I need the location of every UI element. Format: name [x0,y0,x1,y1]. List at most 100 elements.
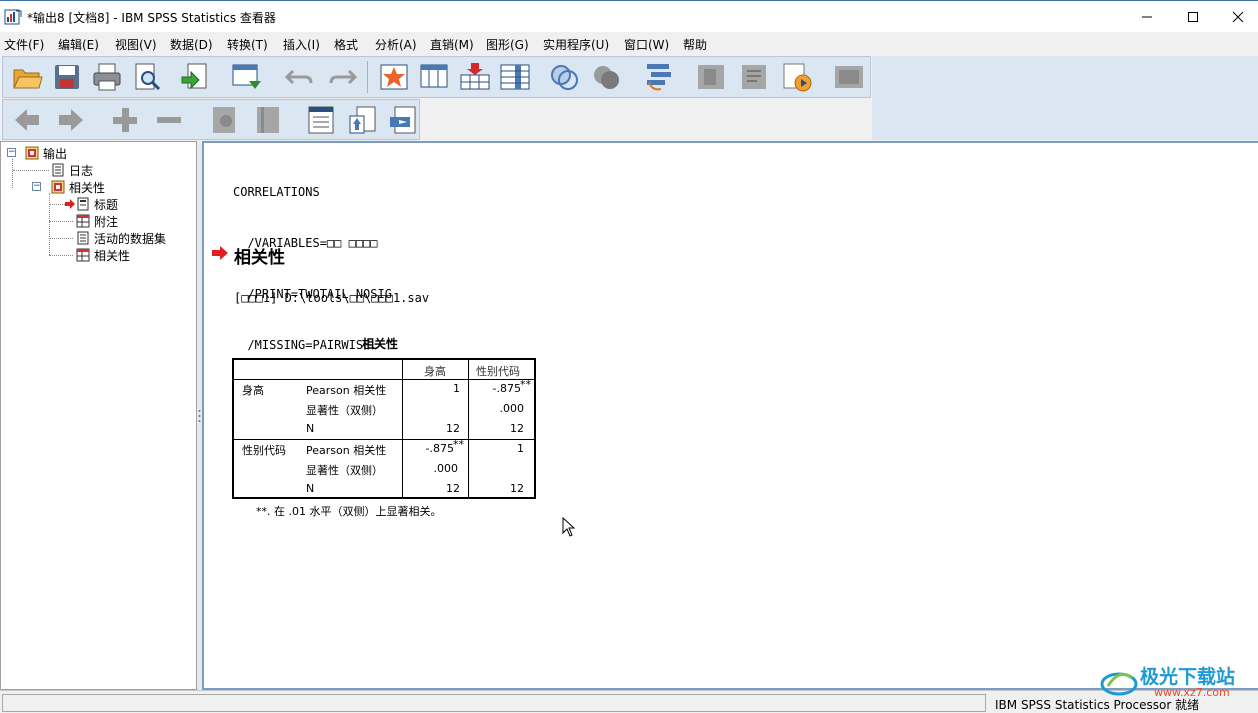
row-stat-label: N [306,482,315,495]
active-dataset-path: [□□□1] D:\tools\□□\□□□1.sav [234,291,430,305]
cell-value: .000 [499,402,525,415]
collapse-minus-icon[interactable] [153,104,185,136]
cell-value: 12 [446,422,460,435]
footnote-text: . 在 .01 水平（双侧）上显著相关。 [267,505,442,518]
promote-arrow-left-icon[interactable] [11,104,43,136]
menu-insert[interactable]: 插入(I) [283,36,320,53]
value-labels-icon[interactable] [643,61,675,93]
mouse-pointer-icon [562,517,576,537]
designate-window-icon[interactable] [695,61,727,93]
tree-node-correlations[interactable]: 相关性 [51,179,105,195]
menu-bar: 文件(F) 编辑(E) 视图(V) 数据(D) 转换(T) 插入(I) 格式 分… [0,33,1258,55]
undo-icon[interactable] [283,61,315,93]
tree-node-title[interactable]: 标题 [76,196,118,212]
variables-icon[interactable] [419,61,451,93]
row-stat-label: 显著性（双侧） [306,464,383,477]
hide-icon[interactable] [253,104,285,136]
close-button[interactable] [1215,1,1258,33]
spss-viewer-window: *输出8 [文档8] - IBM SPSS Statistics 查看器 文件(… [0,0,1258,713]
significance-mark: ** [453,438,464,451]
show-icon[interactable] [209,104,241,136]
tree-label-log: 日志 [69,163,94,178]
minimize-icon [1142,16,1152,18]
col-header-gender-code: 性别代码 [476,365,520,378]
goto-case-icon[interactable] [378,61,410,93]
outline-pane: − 输出 日志 − 相关性 标题 附注 活动的数据集 相关性 [0,141,197,690]
status-message-box [2,694,986,712]
maximize-icon [1188,12,1198,22]
print-icon[interactable] [91,61,123,93]
demote-arrow-right-icon[interactable] [55,104,87,136]
insert-title-icon[interactable] [347,104,379,136]
correlations-pivot-table[interactable]: 身高 性别代码 身高 Pearson 相关性 1 -.875 ** 显著性（双侧… [232,358,536,499]
notes-icon[interactable] [739,61,771,93]
tree-expander-output[interactable]: − [7,148,16,157]
menu-analyze[interactable]: 分析(A) [375,36,417,53]
outline-toolbar [2,99,420,140]
print-preview-icon[interactable] [131,61,163,93]
main-toolbar [2,56,871,98]
significance-mark: ** [520,378,531,391]
show-all-icon[interactable] [833,61,865,93]
row-stat-label: N [306,422,315,435]
site-watermark: 极光下载站 www.xz7.com [1100,662,1250,702]
watermark-title: 极光下载站 [1140,666,1236,688]
tree-node-correlations-table[interactable]: 相关性 [76,247,130,263]
toolbar-background [872,56,1258,140]
table-caption: 相关性 [362,337,399,351]
tree-node-active-dataset[interactable]: 活动的数据集 [76,230,166,246]
menu-help[interactable]: 帮助 [683,36,707,53]
tree-node-log[interactable]: 日志 [51,162,93,178]
splitter-grip-icon [198,410,201,422]
title-bar: *输出8 [文档8] - IBM SPSS Statistics 查看器 [0,0,1258,32]
cell-value: 12 [510,482,524,495]
select-cases-icon[interactable] [591,61,623,93]
spss-app-icon [4,9,22,25]
output-content-pane: CORRELATIONS /VARIABLES=□□ □□□□ /PRINT=T… [202,141,1258,690]
current-item-arrow-icon [65,199,75,209]
log-icon [52,163,64,177]
status-bar: IBM SPSS Statistics Processor 就绪 [0,690,1258,713]
cell-value: 12 [446,482,460,495]
menu-data[interactable]: 数据(D) [170,36,213,53]
menu-view[interactable]: 视图(V) [115,36,157,53]
insert-cases-icon[interactable] [459,61,491,93]
notes-table-icon [76,214,90,228]
footnote-mark: ** [256,505,267,518]
col-header-height: 身高 [424,365,446,378]
save-icon[interactable] [51,61,83,93]
toolbar-separator [367,61,368,93]
run-script-icon[interactable] [781,61,813,93]
tree-expander-correlations[interactable]: − [32,182,41,191]
dataset-doc-icon [77,231,89,245]
title-doc-icon [77,197,89,211]
open-folder-icon[interactable] [11,61,43,93]
tree-node-notes[interactable]: 附注 [76,213,118,229]
menu-edit[interactable]: 编辑(E) [58,36,99,53]
insert-heading-icon[interactable] [305,104,337,136]
goto-data-icon[interactable] [231,61,263,93]
menu-file[interactable]: 文件(F) [4,36,44,53]
menu-transform[interactable]: 转换(T) [227,36,268,53]
export-icon[interactable] [179,61,211,93]
cell-value: -.875 [425,442,454,455]
minimize-button[interactable] [1124,1,1170,33]
menu-utilities[interactable]: 实用程序(U) [543,36,609,53]
menu-format[interactable]: 格式 [334,36,358,53]
menu-window[interactable]: 窗口(W) [624,36,669,53]
redo-icon[interactable] [327,61,359,93]
row-var-label: 身高 [242,384,264,397]
split-file-icon[interactable] [549,61,581,93]
insert-variable-icon[interactable] [499,61,531,93]
maximize-button[interactable] [1170,1,1216,33]
row-stat-label: 显著性（双侧） [306,404,383,417]
menu-graphs[interactable]: 图形(G) [486,36,529,53]
expand-plus-icon[interactable] [109,104,141,136]
tree-node-output[interactable]: 输出 [25,145,67,161]
syntax-log: CORRELATIONS /VARIABLES=□□ □□□□ /PRINT=T… [233,150,392,388]
menu-direct-marketing[interactable]: 直销(M) [430,36,474,53]
cell-value: 1 [453,382,460,395]
table-footnote: **. 在 .01 水平（双侧）上显著相关。 [256,503,441,519]
cell-value: 12 [510,422,524,435]
insert-text-icon[interactable] [387,104,419,136]
